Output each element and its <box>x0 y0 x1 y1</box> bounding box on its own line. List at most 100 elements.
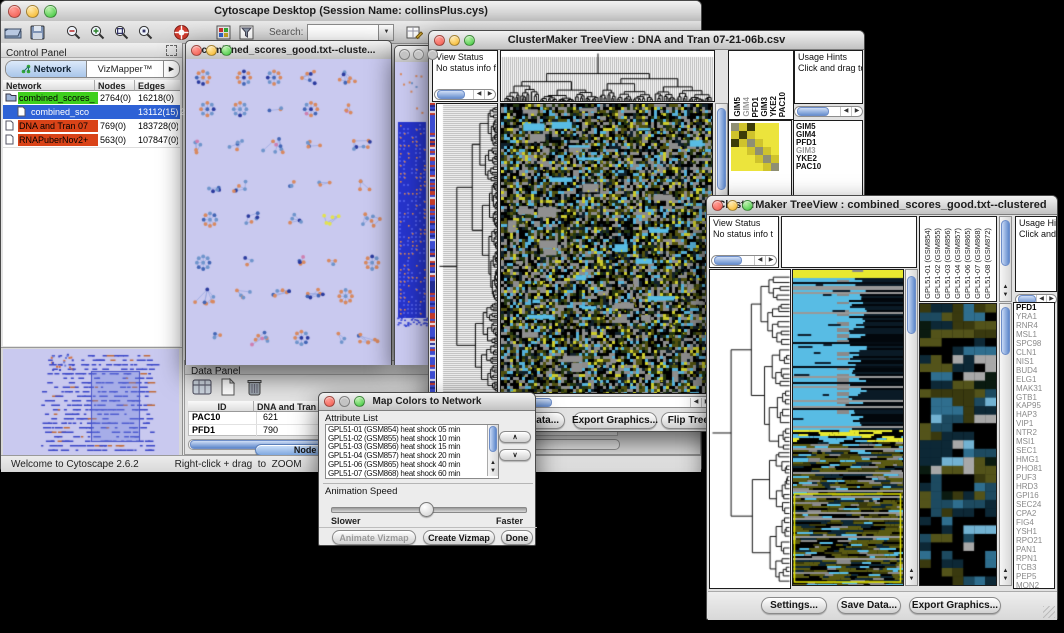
array-label[interactable]: GPL51-04 (GSM857) <box>953 228 962 299</box>
global-heatmap-canvas[interactable] <box>793 270 903 585</box>
new-attribute-icon[interactable] <box>216 377 240 396</box>
scroll-down-icon[interactable]: ▼ <box>488 467 498 475</box>
zoom-button[interactable] <box>354 396 365 407</box>
view-status-scrollbar[interactable]: ◀ ▶ <box>434 89 496 100</box>
minimize-button[interactable] <box>26 5 39 18</box>
zoom-out-icon[interactable] <box>61 23 85 42</box>
array-label[interactable]: YKE2 <box>769 96 778 117</box>
attribute-listbox[interactable]: GPL51-01 (GSM854) heat shock 05 minGPL51… <box>325 424 499 479</box>
open-session-button[interactable] <box>1 23 25 42</box>
row-dendrogram-canvas[interactable] <box>710 270 790 588</box>
matrix-cell[interactable] <box>731 147 739 155</box>
save-session-button[interactable] <box>25 23 49 42</box>
matrix-cell[interactable] <box>771 155 779 163</box>
matrix-cell[interactable] <box>755 163 763 171</box>
matrix-cell[interactable] <box>763 147 771 155</box>
matrix-cell[interactable] <box>731 131 739 139</box>
matrix-cell[interactable] <box>739 155 747 163</box>
move-down-button[interactable]: ∨ <box>499 449 531 461</box>
zoom-fit-icon[interactable] <box>109 23 133 42</box>
array-label[interactable]: GPL51-07 (GSM868) <box>973 228 982 299</box>
matrix-cell[interactable] <box>763 155 771 163</box>
main-title-bar[interactable]: Cytoscape Desktop (Session Name: collins… <box>1 1 701 22</box>
matrix-cell[interactable] <box>771 123 779 131</box>
search-dropdown-button[interactable]: ▼ <box>378 24 394 41</box>
scrollbar-thumb[interactable] <box>717 108 726 190</box>
scrollbar-thumb[interactable] <box>437 90 465 99</box>
zoom-button[interactable] <box>221 45 232 56</box>
matrix-cell[interactable] <box>739 139 747 147</box>
scroll-left-icon[interactable]: ◀ <box>473 90 484 99</box>
minimize-button[interactable] <box>339 396 350 407</box>
move-up-button[interactable]: ∧ <box>499 431 531 443</box>
scroll-right-icon[interactable]: ▶ <box>484 90 495 99</box>
close-button[interactable] <box>324 396 335 407</box>
matrix-cell[interactable] <box>763 123 771 131</box>
array-labels-scrollbar[interactable]: ▲ ▼ <box>999 216 1012 302</box>
zoom-in-icon[interactable] <box>85 23 109 42</box>
matrix-cell[interactable] <box>747 131 755 139</box>
settings-button[interactable]: Settings... <box>761 597 827 614</box>
network-list-item[interactable]: combined_sco2569(6)13112(15) <box>3 105 180 119</box>
attribute-select-icon[interactable] <box>190 377 214 396</box>
matrix-cell[interactable] <box>763 131 771 139</box>
create-vizmap-button[interactable]: Create Vizmap <box>423 530 495 545</box>
matrix-cell[interactable] <box>755 131 763 139</box>
network-canvas[interactable] <box>186 59 391 365</box>
scroll-up-icon[interactable]: ▲ <box>906 567 917 575</box>
global-vscrollbar[interactable]: ▲ ▼ <box>905 269 918 586</box>
view-status-scrollbar[interactable]: ◀ ▶ <box>711 255 777 266</box>
slider-thumb[interactable] <box>419 502 434 517</box>
network-list-item[interactable]: RNAPuberNov2+563(0)107847(0) <box>3 133 180 147</box>
matrix-cell[interactable] <box>763 163 771 171</box>
matrix-cell[interactable] <box>747 123 755 131</box>
scrollbar-thumb[interactable] <box>714 256 742 265</box>
scroll-left-icon[interactable]: ◀ <box>840 107 851 116</box>
matrix-cell[interactable] <box>747 147 755 155</box>
animate-vizmap-button[interactable]: Animate Vizmap <box>332 530 416 545</box>
zoom-button[interactable] <box>44 5 57 18</box>
matrix-cell[interactable] <box>755 147 763 155</box>
export-graphics-button[interactable]: Export Graphics... <box>909 597 1001 614</box>
matrix-cell[interactable] <box>763 139 771 147</box>
scroll-down-icon[interactable]: ▼ <box>1000 291 1011 299</box>
scrollbar-thumb[interactable] <box>1001 307 1010 355</box>
scrollbar-thumb[interactable] <box>907 276 916 334</box>
scroll-down-icon[interactable]: ▼ <box>906 575 917 583</box>
save-data-button[interactable]: Save Data... <box>837 597 901 614</box>
scroll-up-icon[interactable]: ▲ <box>1000 283 1011 291</box>
matrix-cell[interactable] <box>755 123 763 131</box>
scroll-right-icon[interactable]: ▶ <box>765 256 776 265</box>
matrix-cell[interactable] <box>739 147 747 155</box>
usage-hints-scrollbar[interactable]: ◀ ▶ <box>794 106 863 117</box>
matrix-cell[interactable] <box>755 139 763 147</box>
scroll-left-icon[interactable]: ◀ <box>754 256 765 265</box>
tab-overflow-button[interactable]: ▶ <box>164 61 179 77</box>
vizmapper-grid-icon[interactable] <box>211 23 235 42</box>
tab-vizmapper[interactable]: VizMapper™ <box>87 61 164 77</box>
close-button[interactable] <box>191 45 202 56</box>
float-panel-icon[interactable] <box>166 45 177 56</box>
zoom-button[interactable] <box>464 35 475 46</box>
close-button[interactable] <box>712 200 723 211</box>
array-label[interactable]: PFD1 <box>751 97 760 117</box>
done-button[interactable]: Done <box>501 530 533 545</box>
close-button[interactable] <box>434 35 445 46</box>
array-label[interactable]: PAC10 <box>778 92 787 117</box>
matrix-cell[interactable] <box>731 163 739 171</box>
array-label[interactable]: GIM5 <box>733 97 742 117</box>
array-label[interactable]: GPL51-03 (GSM856) <box>943 228 952 299</box>
close-button[interactable] <box>399 49 410 60</box>
listbox-vscrollbar[interactable]: ▲ ▼ <box>487 425 498 476</box>
help-ring-icon[interactable] <box>169 23 193 42</box>
zoom-heatmap-canvas[interactable] <box>920 304 996 585</box>
matrix-cell[interactable] <box>747 139 755 147</box>
gene-label[interactable]: MON2 <box>1014 582 1054 589</box>
scroll-down-icon[interactable]: ▼ <box>1000 575 1011 583</box>
heatmap-canvas[interactable] <box>501 104 712 393</box>
matrix-cell[interactable] <box>771 147 779 155</box>
scrollbar-thumb[interactable] <box>1001 220 1010 266</box>
matrix-cell[interactable] <box>747 155 755 163</box>
attribute-list-item[interactable]: GPL51-07 (GSM868) heat shock 60 min <box>326 470 486 479</box>
attribute-editor-icon[interactable] <box>402 23 426 42</box>
